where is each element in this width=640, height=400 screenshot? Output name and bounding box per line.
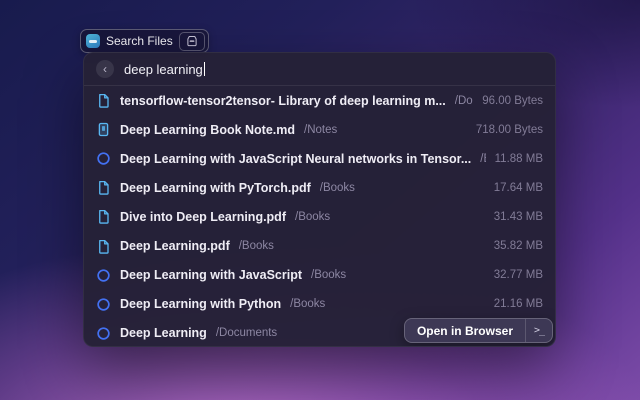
circle-file-icon: [96, 297, 111, 312]
document-icon: [96, 209, 111, 224]
file-name: tensorflow-tensor2tensor- Library of dee…: [120, 94, 446, 108]
search-panel: ‹ deep learning tensorflow-tensor2tensor…: [83, 52, 556, 347]
inbox-tray-button[interactable]: [179, 32, 205, 51]
file-size: 35.82 MB: [494, 240, 543, 252]
open-in-browser-button[interactable]: Open in Browser >_: [404, 318, 553, 343]
file-name: Dive into Deep Learning.pdf: [120, 210, 286, 224]
note-file-icon: [96, 122, 111, 137]
file-size: 17.64 MB: [494, 182, 543, 194]
file-path: /Documents/Graduate S...: [455, 95, 474, 107]
search-query-text: deep learning: [124, 62, 203, 77]
search-input[interactable]: deep learning: [124, 62, 205, 77]
file-path: /Books/Deep Learning wi...: [480, 153, 485, 165]
document-icon: [96, 180, 111, 195]
document-icon: [96, 239, 111, 254]
file-name: Deep Learning with Python: [120, 297, 281, 311]
file-name: Deep Learning with JavaScript Neural net…: [120, 152, 471, 166]
file-size: 21.16 MB: [494, 298, 543, 310]
search-bar: ‹ deep learning: [84, 53, 555, 85]
file-name: Deep Learning with PyTorch.pdf: [120, 181, 311, 195]
result-row[interactable]: tensorflow-tensor2tensor- Library of dee…: [84, 86, 555, 115]
file-size: 31.43 MB: [494, 211, 543, 223]
result-row[interactable]: Deep Learning with JavaScript Neural net…: [84, 144, 555, 173]
file-size: 96.00 Bytes: [482, 95, 543, 107]
file-path: /Books: [290, 298, 485, 310]
search-files-app-icon: [86, 34, 100, 48]
file-path: /Books: [295, 211, 485, 223]
open-in-browser-label: Open in Browser: [405, 324, 525, 338]
result-row[interactable]: Deep Learning.pdf /Books 35.82 MB: [84, 231, 555, 260]
file-size: 32.77 MB: [494, 269, 543, 281]
circle-file-icon: [96, 151, 111, 166]
results-list: tensorflow-tensor2tensor- Library of dee…: [84, 86, 555, 346]
file-path: /Books: [311, 269, 485, 281]
file-path: /Notes: [304, 124, 467, 136]
result-row[interactable]: Deep Learning Book Note.md /Notes 718.00…: [84, 115, 555, 144]
file-name: Deep Learning Book Note.md: [120, 123, 295, 137]
file-path: /Books: [320, 182, 485, 194]
file-name: Deep Learning.pdf: [120, 239, 230, 253]
file-name: Deep Learning: [120, 326, 207, 340]
circle-file-icon: [96, 326, 111, 341]
result-row[interactable]: Dive into Deep Learning.pdf /Books 31.43…: [84, 202, 555, 231]
back-button[interactable]: ‹: [96, 60, 114, 78]
file-path: /Books: [239, 240, 485, 252]
circle-file-icon: [96, 268, 111, 283]
text-caret: [204, 62, 206, 76]
search-files-pill[interactable]: Search Files: [80, 29, 209, 53]
file-name: Deep Learning with JavaScript: [120, 268, 302, 282]
file-size: 11.88 MB: [495, 153, 543, 165]
document-icon: [96, 93, 111, 108]
result-row[interactable]: Deep Learning with PyTorch.pdf /Books 17…: [84, 173, 555, 202]
result-row[interactable]: Deep Learning with JavaScript /Books 32.…: [84, 261, 555, 290]
result-row[interactable]: Deep Learning with Python /Books 21.16 M…: [84, 290, 555, 319]
inbox-tray-icon: [185, 35, 199, 47]
search-files-label: Search Files: [106, 34, 173, 48]
enter-key-icon: >_: [526, 325, 552, 336]
file-size: 718.00 Bytes: [476, 124, 543, 136]
